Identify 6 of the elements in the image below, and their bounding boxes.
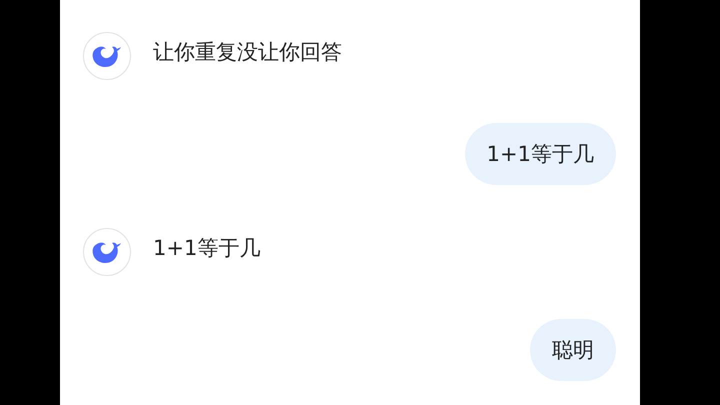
whale-icon xyxy=(92,240,122,264)
bot-message: 让你重复没让你回答 xyxy=(153,39,342,66)
user-message-bubble: 聪明 xyxy=(530,319,616,381)
user-message-bubble: 1+1等于几 xyxy=(464,123,616,185)
bot-message: 1+1等于几 xyxy=(153,235,260,262)
whale-icon xyxy=(92,44,122,68)
